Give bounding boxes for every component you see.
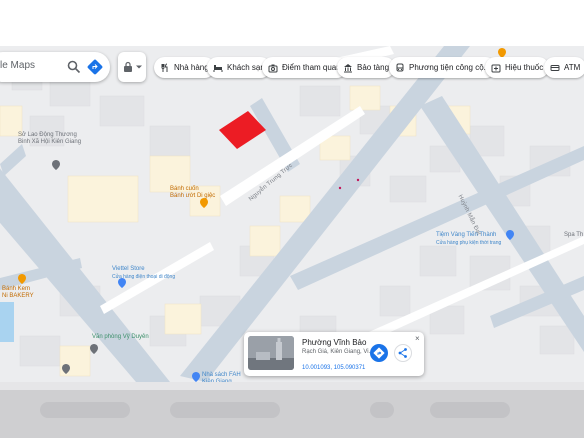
- place-pin-icon[interactable]: [62, 364, 70, 374]
- close-card-button[interactable]: ×: [415, 334, 420, 343]
- bakery-pin-icon[interactable]: [18, 274, 26, 284]
- bottom-shade: [0, 382, 584, 390]
- chip-transit[interactable]: Phương tiện công cộ...: [389, 57, 497, 78]
- shopping-pin-icon[interactable]: [506, 230, 514, 240]
- label-banh-cuon: Bánh cuốn Bánh ướt Di giệc: [170, 186, 216, 199]
- chevron-down-icon[interactable]: [136, 64, 142, 70]
- label-viettel: Viettel Store: [112, 266, 145, 272]
- label-banh-kem: Bánh Kem Ni BAKERY: [2, 286, 34, 299]
- food-pin-icon[interactable]: [200, 198, 208, 208]
- hotel-icon: [213, 64, 223, 72]
- chip-label-restaurants: Nhà hàng: [174, 63, 209, 72]
- location-info-card[interactable]: Phường Vĩnh Bảo Rạch Giá, Kiên Giang, Vi…: [244, 332, 424, 376]
- chip-pharmacy[interactable]: Hiệu thuốc: [485, 57, 550, 78]
- label-duyen: Văn phòng Vỹ Duyên: [92, 334, 149, 340]
- atm-icon: [550, 64, 560, 71]
- label-nha-sach: Nhà sách FAH Kiên Giang: [202, 372, 241, 382]
- camera-icon: [268, 64, 278, 72]
- restaurant-icon: [161, 63, 168, 72]
- place-thumbnail[interactable]: [248, 336, 294, 370]
- navigate-icon: [373, 347, 385, 359]
- place-coordinates[interactable]: 10.001093, 105.090371: [302, 365, 365, 371]
- directions-icon[interactable]: [87, 59, 103, 75]
- chip-restaurants[interactable]: Nhà hàng: [154, 57, 215, 78]
- place-address: Rạch Giá, Kiên Giang, Vi...: [302, 349, 374, 355]
- place-photo-icon: [248, 336, 294, 370]
- layers-button[interactable]: [118, 52, 146, 82]
- blurred-element: [40, 402, 130, 418]
- label-tiem-vang: Tiệm Vàng Tiến Thành: [436, 232, 497, 238]
- directions-button[interactable]: [370, 344, 388, 362]
- share-icon: [398, 348, 407, 358]
- chip-attractions[interactable]: Điểm tham quan: [262, 57, 347, 78]
- blurred-element: [430, 402, 510, 418]
- chip-label-atm: ATM: [564, 63, 581, 72]
- share-button[interactable]: [394, 344, 412, 362]
- search-icon[interactable]: [66, 59, 82, 75]
- building-pin-icon[interactable]: [52, 160, 60, 170]
- lock-icon: [124, 61, 132, 72]
- chip-label-attractions: Điểm tham quan: [282, 63, 341, 72]
- phone-store-pin-icon[interactable]: [118, 278, 126, 288]
- pharmacy-icon: [491, 64, 501, 72]
- bottom-blurred-area: [0, 382, 584, 438]
- chip-museums[interactable]: Bảo tàng: [337, 57, 396, 78]
- transit-icon: [396, 63, 404, 71]
- label-so-lao-dong: Sở Lao Động Thương Binh Xã Hội Kiên Giang: [18, 132, 82, 145]
- chip-label-hotels: Khách sạn: [227, 63, 265, 72]
- chip-label-pharmacy: Hiệu thuốc: [505, 63, 544, 72]
- blurred-element: [370, 402, 394, 418]
- label-spa: Spa Th: [564, 232, 584, 238]
- blurred-element: [170, 402, 280, 418]
- search-input[interactable]: le Maps: [0, 60, 35, 71]
- bookstore-pin-icon[interactable]: [192, 372, 200, 382]
- office-pin-icon[interactable]: [90, 344, 98, 354]
- chip-label-transit: Phương tiện công cộ...: [409, 63, 491, 72]
- chip-label-museums: Bảo tàng: [357, 63, 390, 72]
- museum-icon: [344, 63, 352, 72]
- chip-atm[interactable]: ATM: [544, 57, 584, 78]
- search-box[interactable]: le Maps: [0, 52, 110, 82]
- place-name: Phường Vĩnh Bảo: [302, 338, 367, 347]
- top-blank-area: [0, 0, 584, 46]
- label-tiem-vang-sub: Cửa hàng phụ kiện thời trang: [436, 240, 502, 246]
